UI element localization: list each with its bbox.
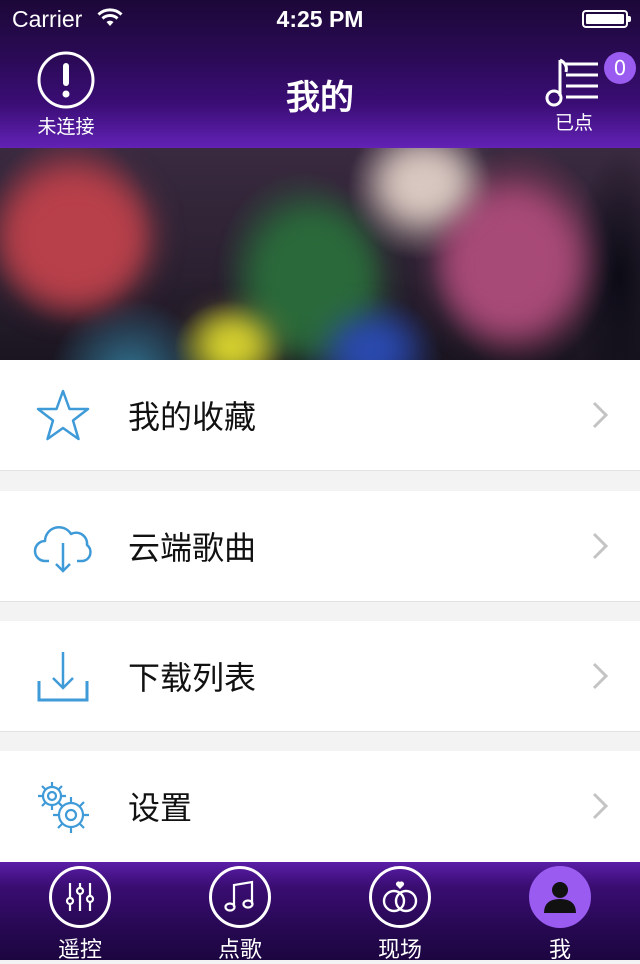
status-bar: Carrier 4:25 PM	[0, 0, 640, 40]
battery-icon	[582, 10, 631, 28]
queued-songs-label: 已点	[554, 112, 593, 134]
download-icon	[37, 652, 89, 702]
tab-label-remote: 遥控	[57, 938, 102, 963]
menu-label-settings: 设置	[128, 789, 193, 827]
star-icon	[36, 389, 90, 441]
tab-label-me: 我	[548, 938, 571, 963]
playlist-icon	[545, 58, 598, 107]
menu-item-cloud-songs[interactable]: 云端歌曲	[0, 491, 640, 601]
chevron-right-icon	[592, 662, 609, 690]
queue-count-badge: 0	[604, 52, 636, 84]
rings-icon	[369, 866, 431, 928]
status-time: 4:25 PM	[276, 6, 364, 32]
equalizer-icon	[49, 866, 111, 928]
tab-label-song-request: 点歌	[217, 938, 262, 963]
chevron-right-icon	[592, 532, 609, 560]
tab-me[interactable]: 我	[500, 866, 620, 964]
queued-songs-button[interactable]: 0 已点	[524, 52, 636, 135]
tab-label-live: 现场	[377, 938, 422, 963]
tab-remote[interactable]: 遥控	[20, 866, 140, 964]
divider	[0, 731, 640, 732]
menu-label-favorites: 我的收藏	[128, 398, 257, 436]
menu-item-settings[interactable]: 设置	[0, 751, 640, 862]
chevron-right-icon	[592, 792, 609, 820]
divider	[0, 601, 640, 602]
cloud-download-icon	[33, 525, 92, 573]
menu-label-cloud-songs: 云端歌曲	[128, 529, 257, 567]
menu-item-downloads[interactable]: 下载列表	[0, 621, 640, 731]
person-icon	[529, 866, 591, 928]
profile-banner-image	[0, 148, 640, 360]
music-note-icon	[209, 866, 271, 928]
menu-item-favorites[interactable]: 我的收藏	[0, 360, 640, 470]
divider	[0, 470, 640, 471]
tab-song-request[interactable]: 点歌	[180, 866, 300, 964]
tab-live[interactable]: 现场	[340, 866, 460, 964]
chevron-right-icon	[592, 401, 609, 429]
top-bar: Carrier 4:25 PM 未连接 我的 0 已点	[0, 0, 640, 148]
tab-bar: 遥控 点歌 现场 我	[0, 862, 640, 963]
menu-label-downloads: 下载列表	[128, 659, 257, 697]
gear-icon	[38, 782, 89, 833]
